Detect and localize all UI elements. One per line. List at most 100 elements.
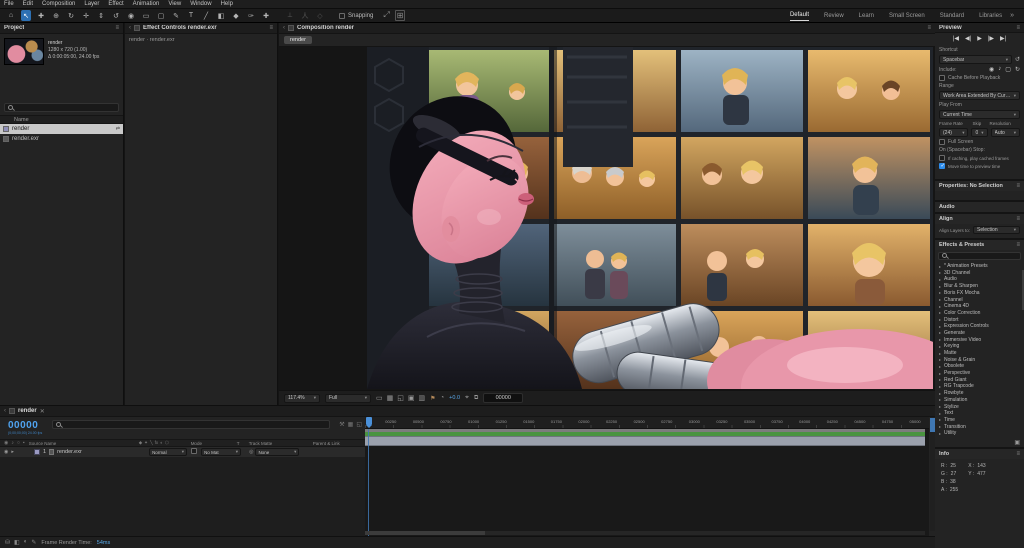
quality-icon[interactable]: ╲ (150, 440, 153, 446)
panel-menu-icon[interactable]: ≡ (1016, 451, 1020, 457)
workspace-standard[interactable]: Standard (940, 11, 964, 21)
fx-category[interactable]: ▸ Text (935, 410, 1024, 417)
graph-editor-icon[interactable]: ◱ (356, 421, 362, 428)
mask-visibility-icon[interactable]: ◱ (397, 394, 404, 402)
render-queue-icon[interactable]: ⛁ (5, 539, 10, 546)
layer-color-swatch[interactable] (34, 449, 40, 455)
adjust-exposure-icon[interactable]: ◔ (441, 395, 445, 401)
disclosure-triangle-icon[interactable]: ▸ (939, 377, 941, 382)
disclosure-triangle-icon[interactable]: ▸ (939, 357, 941, 362)
skip-dropdown[interactable]: 0 ▾ (971, 128, 988, 137)
effects-search-input[interactable] (938, 251, 1021, 260)
blend-mode-dropdown[interactable]: Normal ▾ (149, 448, 188, 456)
solo-column-icon[interactable]: ○ (17, 440, 20, 446)
workspace-review[interactable]: Review (824, 11, 844, 21)
workspace-overflow-icon[interactable]: » (1010, 12, 1018, 19)
disclosure-triangle-icon[interactable]: ▸ (939, 304, 941, 309)
fx-category[interactable]: ▸ * Animation Presets (935, 263, 1024, 270)
frame-blending-icon[interactable]: ◧ (14, 539, 20, 546)
guides-icon[interactable]: ▥ (419, 394, 426, 402)
zoom-tool-icon[interactable]: ⊕ (51, 10, 61, 21)
menu-edit[interactable]: Edit (23, 1, 33, 7)
timeline-horizontal-scrollbar[interactable] (365, 531, 925, 535)
collapse-icon[interactable]: ✦ (144, 440, 148, 446)
range-dropdown[interactable]: Work Area Extended By Current…▾ (939, 91, 1020, 100)
move-time-option[interactable]: Move time to preview time (939, 163, 1020, 169)
fx-category[interactable]: ▸ Transition (935, 423, 1024, 430)
region-of-interest-icon[interactable]: ▭ (376, 394, 383, 402)
disclosure-triangle-icon[interactable]: ▸ (939, 270, 941, 275)
audio-column-icon[interactable]: ♪ (11, 440, 14, 446)
fx-category[interactable]: ▸ Keying (935, 343, 1024, 350)
go-to-start-icon[interactable]: |◀ (953, 35, 959, 42)
info-tab[interactable]: Info (939, 451, 949, 457)
disclosure-triangle-icon[interactable]: ▸ (939, 330, 941, 335)
fx-category[interactable]: ▸ 3D Channel (935, 269, 1024, 276)
panel-menu-icon[interactable]: ≡ (269, 25, 273, 31)
workspace-default[interactable]: Default (789, 10, 809, 21)
preview-resolution-dropdown[interactable]: Auto ▾ (990, 128, 1021, 137)
lock-column-icon[interactable]: ▪ (23, 440, 25, 446)
disclosure-triangle-icon[interactable]: ▸ (939, 337, 941, 342)
menu-layer[interactable]: Layer (84, 1, 99, 7)
puppet-pin-icon[interactable]: ✚ (261, 10, 271, 21)
disclosure-triangle-icon[interactable]: ▸ (939, 317, 941, 322)
composition-tab[interactable]: Composition render (297, 25, 354, 31)
pickwhip-icon[interactable]: ◎ (249, 449, 253, 455)
cache-before-playback-checkbox[interactable] (939, 75, 945, 81)
parent-link-column[interactable]: Parent & Link (301, 441, 340, 446)
chevron-left-icon[interactable]: ‹ (283, 25, 285, 31)
fx-category[interactable]: ▸ Rowbyte (935, 390, 1024, 397)
move-time-checkbox[interactable] (939, 163, 945, 169)
home-icon[interactable]: ⌂ (6, 10, 16, 21)
menu-effect[interactable]: Effect (108, 1, 123, 7)
project-tab[interactable]: Project (4, 25, 24, 31)
fx-category[interactable]: ▸ Generate (935, 330, 1024, 337)
preview-timecode[interactable]: 00000 (483, 393, 524, 403)
brush-tool-icon[interactable]: ╱ (201, 10, 211, 21)
pen-tool-icon[interactable]: ✎ (171, 10, 181, 21)
full-screen-checkbox[interactable] (939, 139, 945, 145)
fx-category[interactable]: ▸ Stylize (935, 403, 1024, 410)
3d-layer-icon[interactable]: ⬡ (165, 440, 169, 446)
video-column-icon[interactable]: ◉ (4, 440, 8, 446)
disclosure-triangle-icon[interactable]: ▸ (939, 277, 941, 282)
draft-3d-icon[interactable]: ▦ (348, 421, 354, 428)
fx-category[interactable]: ▸ Simulation (935, 396, 1024, 403)
snapping-checkbox[interactable] (339, 12, 345, 19)
disclosure-triangle-icon[interactable]: ▸ (939, 424, 941, 429)
align-layers-dropdown[interactable]: Selection ▾ (973, 226, 1020, 235)
reset-icon[interactable]: ↺ (1015, 56, 1020, 63)
panel-menu-icon[interactable]: ≡ (1016, 25, 1020, 31)
preview-tab[interactable]: Preview (939, 25, 962, 31)
roto-brush-icon[interactable]: ✑ (246, 10, 256, 21)
fx-category[interactable]: ▸ Expression Controls (935, 323, 1024, 330)
type-tool-icon[interactable]: T (186, 10, 196, 21)
play-from-dropdown[interactable]: Current Time ▾ (939, 110, 1020, 119)
layer-row[interactable]: ◉ ▸ 1 render.exr Normal ▾ No Mat ▾ ◎ None ▾ (0, 447, 365, 457)
audio-tab[interactable]: Audio (939, 204, 955, 210)
disclosure-triangle-icon[interactable]: ▸ (939, 411, 941, 416)
menu-window[interactable]: Window (190, 1, 211, 7)
disclosure-triangle-icon[interactable]: ▸ (939, 384, 941, 389)
shape-tool-icon[interactable]: ▢ (156, 10, 166, 21)
previous-frame-icon[interactable]: ◀| (965, 35, 971, 42)
flag-icon[interactable]: ⚑ (430, 395, 435, 402)
snapping-toggle[interactable]: Snapping (339, 12, 373, 19)
layer-duration-bar[interactable] (365, 436, 925, 446)
play-cached-frames-option[interactable]: If caching, play cached frames (939, 155, 1020, 161)
panel-menu-icon[interactable]: ≡ (1016, 183, 1020, 189)
fx-category[interactable]: ▸ Utility (935, 430, 1024, 437)
create-preset-icon[interactable]: ▣ (1014, 439, 1020, 446)
motion-blur-master-icon[interactable]: ◐ (24, 539, 28, 546)
layer-name[interactable]: render.exr (57, 449, 113, 455)
layer-expander-icon[interactable]: ▸ (11, 449, 14, 455)
eraser-tool-icon[interactable]: ◆ (231, 10, 241, 21)
fx-category[interactable]: ▸ Noise & Grain (935, 356, 1024, 363)
close-icon[interactable]: ✕ (40, 408, 45, 415)
composition-breadcrumb[interactable]: render (284, 36, 312, 44)
exposure-value[interactable]: +0.0 (449, 395, 460, 401)
timeline-tab[interactable]: render (18, 408, 37, 414)
effect-controls-tab[interactable]: Effect Controls render.exr (143, 25, 217, 31)
panel-menu-icon[interactable]: ≡ (1016, 242, 1020, 248)
